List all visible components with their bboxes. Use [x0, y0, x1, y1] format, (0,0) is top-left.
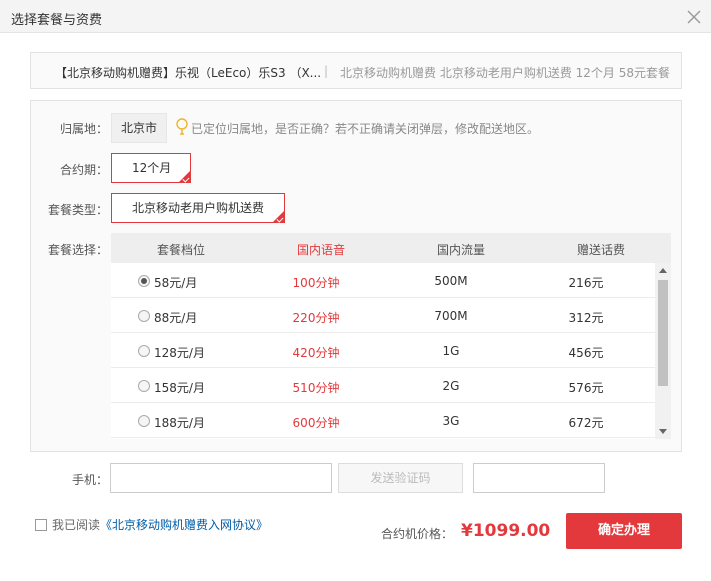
plan-bonus: 672元 [568, 416, 604, 430]
plan-type-option[interactable]: 北京移动老用户购机送费 [111, 193, 285, 223]
region-label: 归属地： [59, 122, 108, 136]
table-row[interactable]: 158元/月 510分钟 2G 576元 [111, 368, 655, 403]
close-icon[interactable] [685, 8, 703, 26]
table-row[interactable]: 88元/月 220分钟 700M 312元 [111, 298, 655, 333]
plan-voice: 100分钟 [292, 276, 340, 290]
plan-type-label: 套餐类型： [47, 203, 108, 217]
agreement-link[interactable]: 《北京移动购机赠费入网协议》 [100, 518, 268, 532]
plan-voice: 220分钟 [292, 311, 340, 325]
scroll-down-arrow-icon[interactable] [659, 429, 667, 434]
plan-bonus: 216元 [568, 276, 604, 290]
plan-voice: 600分钟 [292, 416, 340, 430]
contract-label: 合约期： [59, 163, 108, 177]
plan-tier: 188元/月 [154, 416, 205, 430]
plan-bonus: 576元 [568, 381, 604, 395]
scroll-up-arrow-icon[interactable] [659, 268, 667, 273]
location-pin-icon [176, 118, 188, 135]
plan-tier: 158元/月 [154, 381, 205, 395]
dialog-titlebar: 选择套餐与资费 [0, 0, 711, 33]
radio-button[interactable] [138, 345, 150, 357]
table-row[interactable]: 128元/月 420分钟 1G 456元 [111, 333, 655, 368]
plan-tier: 58元/月 [154, 276, 198, 290]
header-bonus: 赠送话费 [576, 243, 625, 257]
contract-option-label: 12个月 [132, 161, 172, 175]
phone-label: 手机： [71, 473, 108, 487]
radio-button[interactable] [138, 415, 150, 427]
plan-voice: 510分钟 [292, 381, 340, 395]
agreement-checkbox[interactable] [35, 518, 47, 531]
plan-table-scrollbar[interactable] [655, 263, 671, 439]
table-row[interactable]: 58元/月 100分钟 500M 216元 [111, 263, 655, 298]
region-tip: 已定位归属地，是否正确？若不正确请关闭弹层，修改配送地区。 [191, 122, 540, 136]
contract-option-12-months[interactable]: 12个月 [111, 153, 191, 183]
plan-data: 1G [442, 344, 460, 358]
plan-type-option-label: 北京移动老用户购机送费 [132, 201, 265, 215]
region-value: 北京市 [111, 113, 167, 143]
header-voice: 国内语音 [296, 243, 345, 257]
product-info-bar: 【北京移动购机赠费】乐视（LeEco）乐S3 （X... | 北京移动购机赠费 … [30, 52, 682, 89]
agreement-prefix: 我已阅读 [52, 518, 101, 532]
send-sms-code-button[interactable]: 发送验证码 [338, 463, 463, 493]
price-value: ¥1099.00 [461, 521, 551, 541]
plan-bonus: 456元 [568, 346, 604, 360]
agreement-row: 我已阅读《北京移动购机赠费入网协议》 [35, 516, 268, 533]
plan-data: 500M [434, 274, 468, 288]
sms-code-input[interactable] [473, 463, 605, 493]
plan-data: 3G [442, 414, 460, 428]
dialog-title: 选择套餐与资费 [11, 13, 103, 28]
plan-tier: 128元/月 [154, 346, 205, 360]
radio-button[interactable] [138, 275, 150, 287]
plan-table: 套餐档位 国内语音 国内流量 赠送话费 58元/月 100分钟 500M 216… [111, 233, 671, 439]
plan-tier: 88元/月 [154, 311, 198, 325]
header-tier: 套餐档位 [156, 243, 205, 257]
scroll-thumb[interactable] [658, 280, 668, 386]
phone-input[interactable] [110, 463, 332, 493]
radio-button[interactable] [138, 310, 150, 322]
plan-bonus: 312元 [568, 311, 604, 325]
radio-button[interactable] [138, 380, 150, 392]
plan-voice: 420分钟 [292, 346, 340, 360]
plan-rows: 58元/月 100分钟 500M 216元 88元/月 220分钟 700M 3… [111, 263, 655, 438]
plan-data: 2G [442, 379, 460, 393]
product-plan-summary: 北京移动购机赠费 北京移动老用户购机送费 12个月 58元套餐 [340, 66, 670, 80]
plan-data: 700M [434, 309, 468, 323]
table-row[interactable]: 188元/月 600分钟 3G 672元 [111, 403, 655, 438]
price-label: 合约机价格： [381, 527, 454, 541]
product-separator: | [324, 64, 329, 78]
product-name: 【北京移动购机赠费】乐视（LeEco）乐S3 （X... [55, 66, 322, 80]
plan-table-header: 套餐档位 国内语音 国内流量 赠送话费 [111, 233, 671, 263]
plan-select-label: 套餐选择： [47, 243, 108, 257]
header-data: 国内流量 [436, 243, 485, 257]
confirm-button[interactable]: 确定办理 [566, 513, 682, 549]
